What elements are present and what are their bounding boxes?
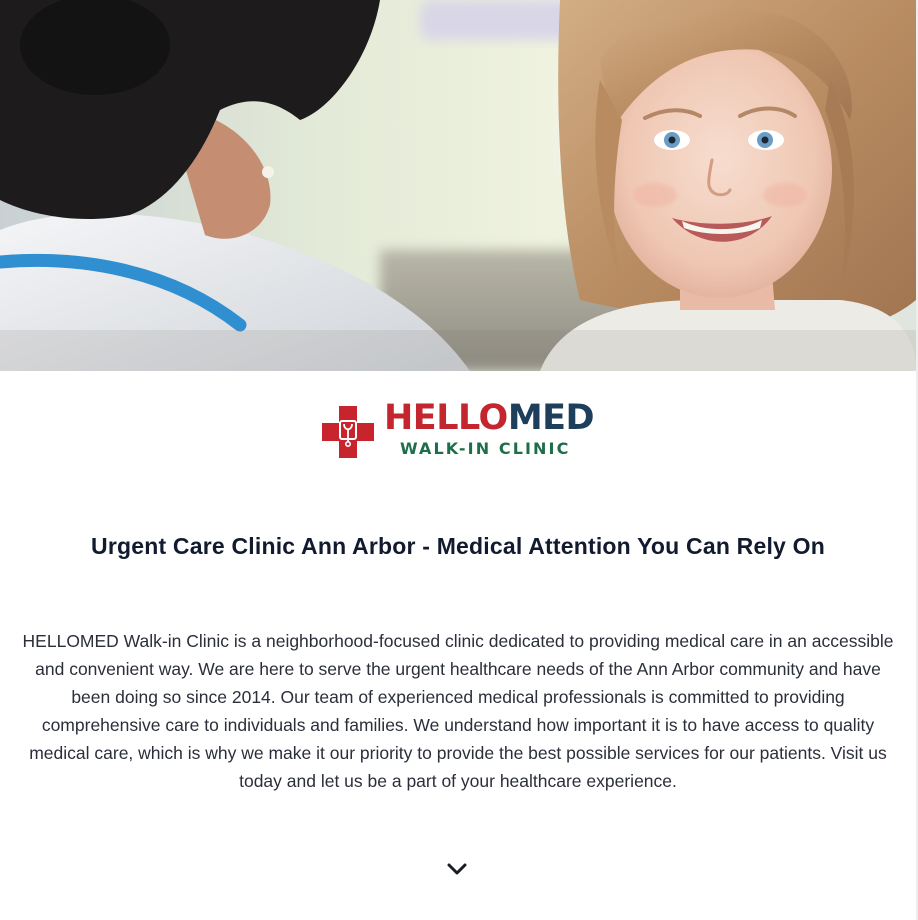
page-title: Urgent Care Clinic Ann Arbor - Medical A…: [91, 533, 825, 559]
logo-tagline: WALK-IN CLINIC: [400, 439, 571, 458]
hellomed-logo[interactable]: HELLOMED WALK-IN CLINIC: [318, 398, 600, 462]
hero-image: [0, 0, 916, 371]
medical-cross-icon: [322, 406, 374, 458]
page: HELLOMED WALK-IN CLINIC Urgent Care Clin…: [0, 0, 918, 920]
scroll-down-button[interactable]: [445, 860, 469, 878]
logo-hello-text: HELLO: [384, 398, 508, 438]
intro-paragraph: HELLOMED Walk-in Clinic is a neighborhoo…: [22, 631, 894, 791]
logo-med-text: MED: [507, 398, 595, 438]
logo-wordmark: HELLOMED: [384, 398, 595, 438]
chevron-down-icon: [447, 863, 467, 875]
